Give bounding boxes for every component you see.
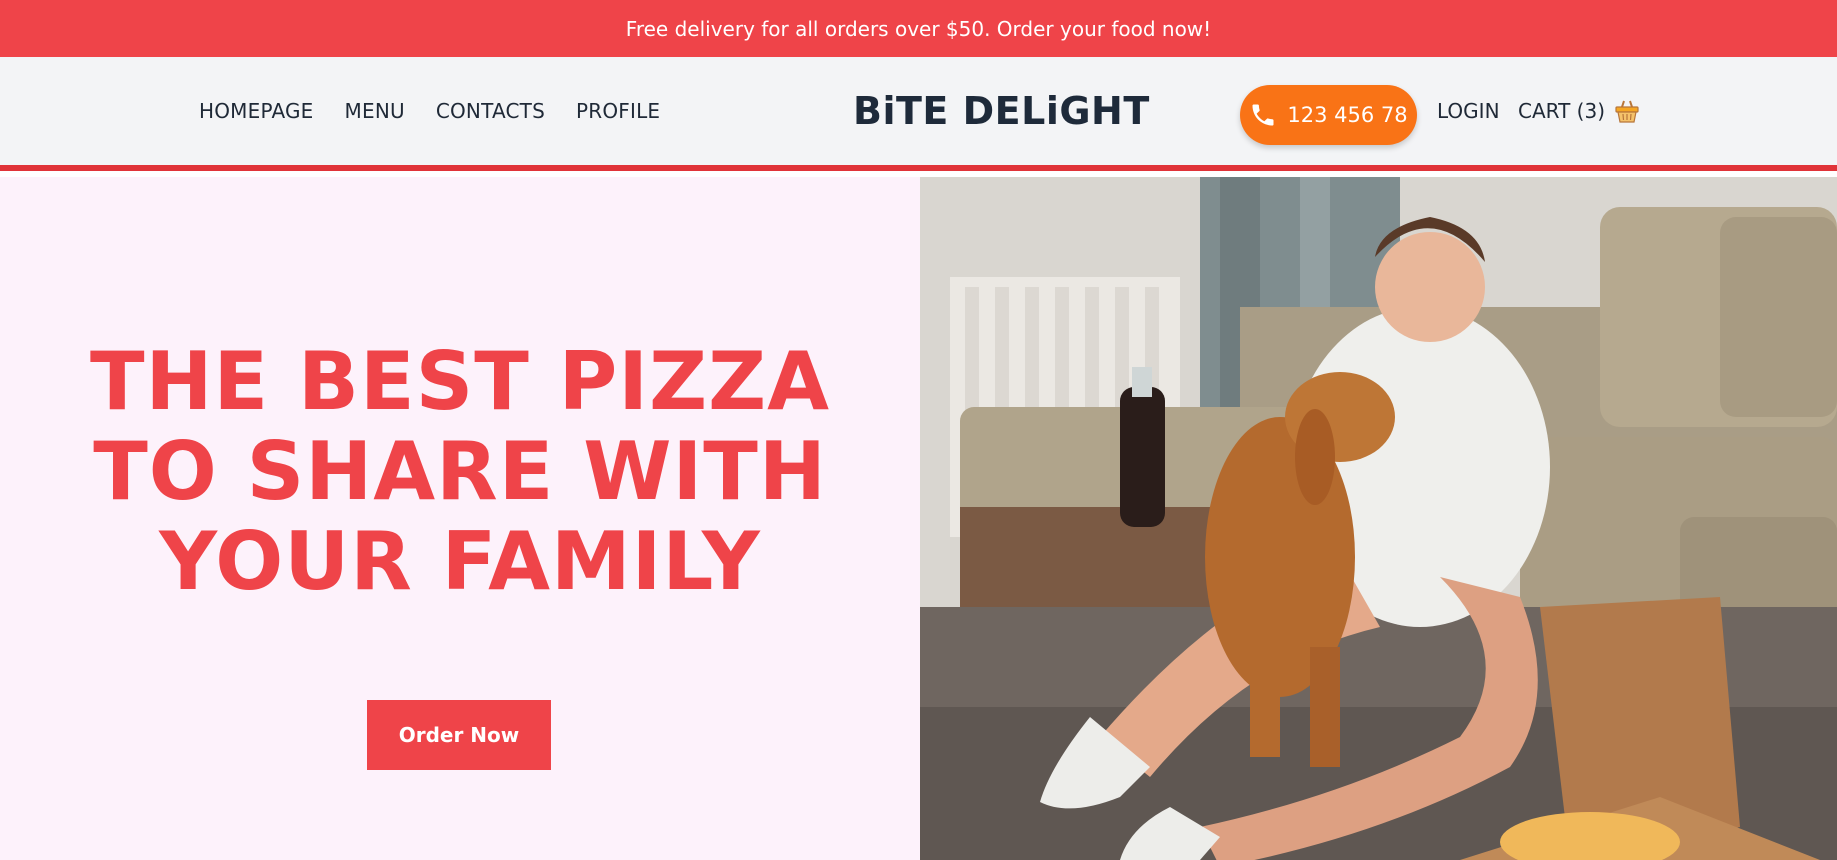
phone-number: 123 456 78 bbox=[1287, 103, 1408, 127]
promo-text: Free delivery for all orders over $50. O… bbox=[625, 16, 1212, 41]
order-now-button[interactable]: Order Now bbox=[367, 700, 551, 770]
hero-section: THE BEST PIZZA TO SHARE WITH YOUR FAMILY… bbox=[0, 177, 920, 860]
phone-icon bbox=[1252, 104, 1274, 126]
main-nav: HOMEPAGE MENU CONTACTS PROFILE bbox=[199, 57, 660, 165]
brand-logo[interactable]: BiTE DELiGHT bbox=[853, 57, 1150, 165]
cart-link[interactable]: CART (3) bbox=[1518, 57, 1641, 165]
basket-icon bbox=[1615, 100, 1639, 123]
login-link[interactable]: LOGIN bbox=[1437, 57, 1500, 165]
hero-headline: THE BEST PIZZA TO SHARE WITH YOUR FAMILY bbox=[0, 337, 920, 607]
nav-item-homepage[interactable]: HOMEPAGE bbox=[199, 99, 314, 123]
hero-headline-line-2: TO SHARE WITH bbox=[93, 425, 827, 518]
promo-banner: Free delivery for all orders over $50. O… bbox=[0, 0, 1837, 57]
cart-label: CART (3) bbox=[1518, 99, 1605, 123]
nav-item-menu[interactable]: MENU bbox=[345, 99, 405, 123]
site-header: HOMEPAGE MENU CONTACTS PROFILE BiTE DELi… bbox=[0, 57, 1837, 171]
phone-button[interactable]: 123 456 78 bbox=[1240, 85, 1417, 145]
hero-headline-line-1: THE BEST PIZZA bbox=[89, 335, 830, 428]
hero-image bbox=[920, 177, 1837, 860]
hero-headline-line-3: YOUR FAMILY bbox=[159, 515, 761, 608]
nav-item-profile[interactable]: PROFILE bbox=[576, 99, 660, 123]
nav-item-contacts[interactable]: CONTACTS bbox=[436, 99, 545, 123]
